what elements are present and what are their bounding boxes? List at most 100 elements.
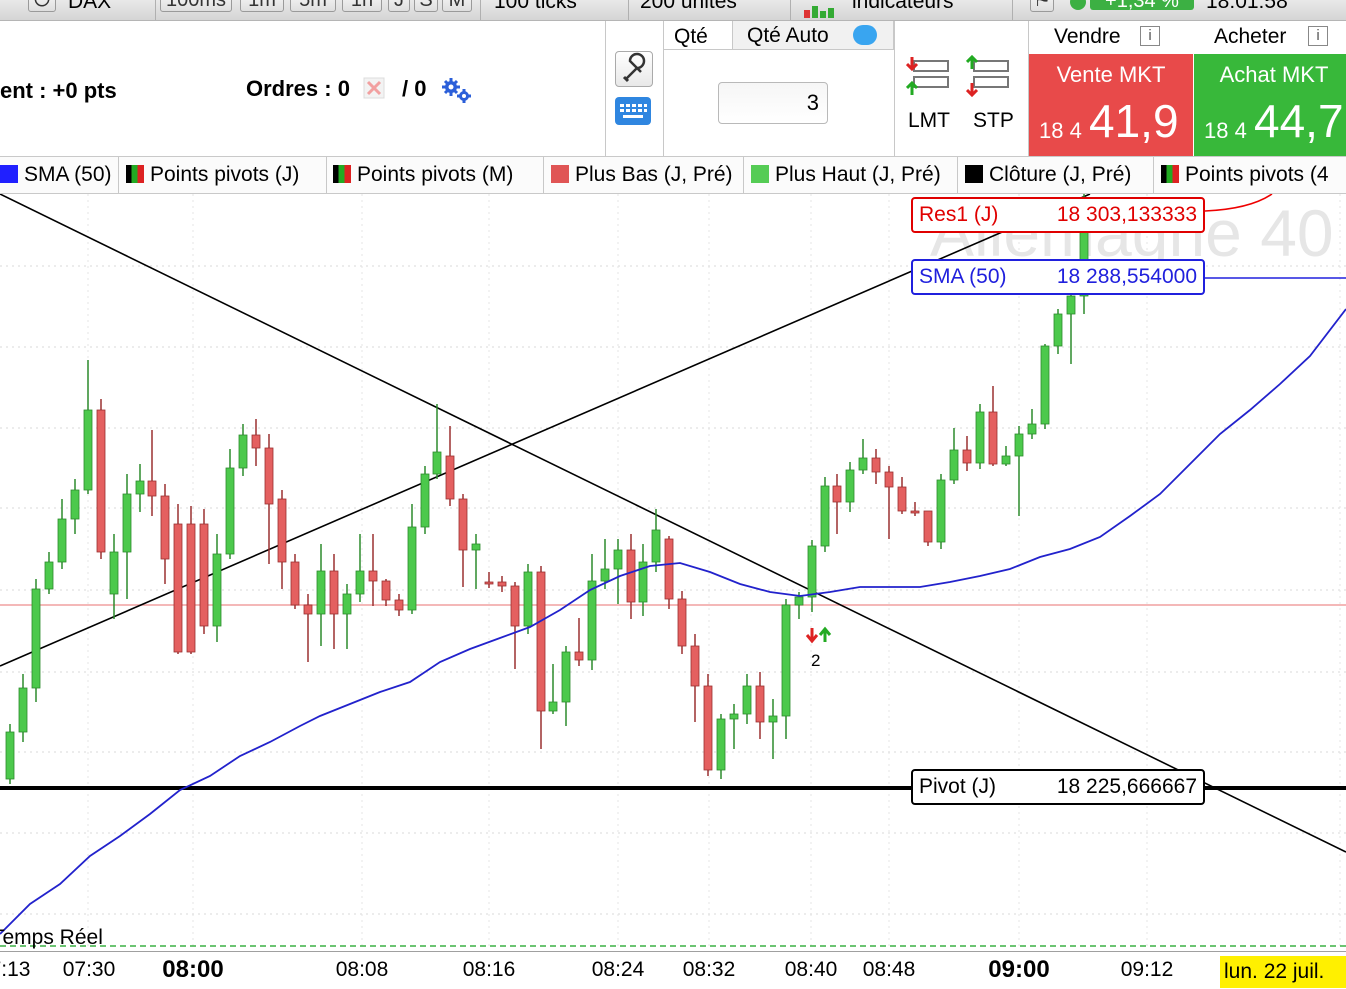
candle-body[interactable]	[225, 467, 235, 555]
candle-body[interactable]	[690, 645, 700, 687]
candle-body[interactable]	[871, 457, 881, 473]
timeframe-day[interactable]: J	[388, 0, 410, 12]
timeframe-100ms[interactable]: 100ms	[160, 0, 232, 12]
order-marker-icon[interactable]	[805, 626, 832, 644]
candle-body[interactable]	[626, 549, 636, 603]
pivot-level-label[interactable]: Pivot (J) 18 225,666667	[911, 769, 1205, 805]
stop-order-icon[interactable]	[965, 54, 1010, 98]
stp-label[interactable]: STP	[973, 109, 1014, 133]
candle-body[interactable]	[135, 480, 145, 495]
indicators-button[interactable]: indicateurs	[852, 0, 954, 14]
lmt-label[interactable]: LMT	[908, 109, 950, 133]
indicators-icon[interactable]	[802, 4, 842, 18]
candle-body[interactable]	[303, 604, 313, 615]
candle-body[interactable]	[962, 449, 972, 464]
candle-body[interactable]	[484, 581, 494, 585]
candle-body[interactable]	[975, 411, 985, 464]
candle-body[interactable]	[716, 718, 726, 771]
candle-body[interactable]	[949, 449, 959, 481]
res1-level-label[interactable]: Res1 (J) 18 303,133333	[911, 197, 1205, 233]
candle-body[interactable]	[31, 588, 41, 689]
ticks-selector[interactable]: 100 ticks	[494, 0, 577, 14]
candle-body[interactable]	[173, 523, 183, 653]
candle-body[interactable]	[186, 523, 196, 653]
candle-body[interactable]	[510, 585, 520, 627]
candle-body[interactable]	[147, 480, 157, 497]
candle-body[interactable]	[238, 434, 248, 469]
candle-body[interactable]	[561, 651, 571, 703]
candle-body[interactable]	[988, 411, 998, 465]
candle-body[interactable]	[381, 580, 391, 601]
candle-body[interactable]	[858, 457, 868, 471]
candle-body[interactable]	[574, 651, 584, 661]
power-icon[interactable]: ⏻	[28, 0, 56, 12]
timeframe-5m[interactable]: 5m	[290, 0, 336, 12]
candle-body[interactable]	[832, 485, 842, 503]
sell-info-icon[interactable]: i	[1140, 26, 1160, 46]
buy-market-button[interactable]: Achat MKT 18 4 44,7	[1194, 54, 1346, 156]
candle-body[interactable]	[497, 581, 507, 587]
time-axis[interactable]: 7:13 07:30 08:00 08:08 08:16 08:24 08:32…	[0, 951, 1346, 989]
legend-prev-high[interactable]: Plus Haut (J, Pré)	[745, 157, 958, 193]
candle-body[interactable]	[936, 479, 946, 543]
candle-body[interactable]	[251, 434, 261, 449]
candle-body[interactable]	[445, 455, 455, 500]
buy-info-icon[interactable]: i	[1308, 26, 1328, 46]
candle-body[interactable]	[316, 570, 326, 615]
candle-body[interactable]	[277, 498, 287, 563]
candle-body[interactable]	[407, 526, 417, 611]
candle-body[interactable]	[651, 529, 661, 563]
candle-body[interactable]	[884, 471, 894, 488]
candle-body[interactable]	[394, 599, 404, 611]
candle-body[interactable]	[70, 489, 80, 520]
candle-body[interactable]	[471, 543, 481, 551]
legend-sma[interactable]: SMA (50)	[0, 157, 119, 193]
candle-body[interactable]	[96, 409, 106, 553]
candle-body[interactable]	[523, 571, 533, 627]
candle-body[interactable]	[18, 687, 28, 733]
candle-body[interactable]	[109, 551, 119, 595]
timeframe-1m[interactable]: 1m	[240, 0, 284, 12]
candle-body[interactable]	[264, 447, 274, 505]
candle-body[interactable]	[548, 701, 558, 712]
candle-body[interactable]	[5, 731, 15, 780]
candle-body[interactable]	[1001, 455, 1011, 465]
sell-market-button[interactable]: Vente MKT 18 4 41,9	[1029, 54, 1193, 156]
legend-pivot-day[interactable]: Points pivots (J)	[120, 157, 327, 193]
candle-body[interactable]	[420, 473, 430, 528]
candle-body[interactable]	[160, 495, 170, 560]
candle-body[interactable]	[910, 510, 920, 514]
candle-body[interactable]	[329, 570, 339, 615]
candle-body[interactable]	[729, 713, 739, 720]
quantity-input[interactable]	[718, 82, 828, 124]
candle-body[interactable]	[368, 570, 378, 582]
chart-canvas[interactable]: Allemagne 40 2	[0, 194, 1346, 951]
candle-body[interactable]	[536, 571, 546, 712]
candle-body[interactable]	[897, 486, 907, 512]
candle-body[interactable]	[458, 498, 468, 551]
limit-order-icon[interactable]	[905, 55, 950, 97]
candle-body[interactable]	[1066, 295, 1076, 315]
legend-prev-low[interactable]: Plus Bas (J, Pré)	[545, 157, 744, 193]
wrench-icon[interactable]	[615, 51, 653, 87]
legend-pivot-4h[interactable]: Points pivots (4	[1155, 157, 1346, 193]
timeframe-week[interactable]: S	[414, 0, 438, 12]
candle-body[interactable]	[677, 598, 687, 647]
legend-prev-close[interactable]: Clôture (J, Pré)	[959, 157, 1154, 193]
timeframe-month[interactable]: M	[442, 0, 472, 12]
sma-level-label[interactable]: SMA (50) 18 288,554000	[911, 259, 1205, 295]
candle-body[interactable]	[587, 580, 597, 661]
candle-body[interactable]	[781, 604, 791, 717]
candle-body[interactable]	[212, 553, 222, 627]
candle-body[interactable]	[432, 451, 442, 475]
price-chart[interactable]: Allemagne 40 2 Res1 (J) 18 303,133333 SM…	[0, 194, 1346, 951]
legend-pivot-month[interactable]: Points pivots (M)	[327, 157, 544, 193]
candle-body[interactable]	[83, 409, 93, 491]
candle-body[interactable]	[57, 518, 67, 563]
candle-body[interactable]	[1053, 313, 1063, 347]
instrument-name[interactable]: DAX	[68, 0, 111, 14]
cancel-orders-icon[interactable]	[363, 77, 385, 99]
candle-body[interactable]	[290, 561, 300, 606]
alert-icon[interactable]: ⚑	[1030, 0, 1054, 12]
candle-body[interactable]	[923, 510, 933, 543]
